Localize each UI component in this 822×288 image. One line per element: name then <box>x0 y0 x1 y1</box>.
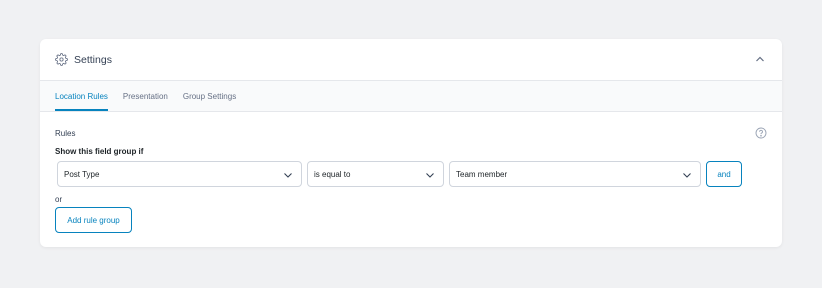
add-rule-group-button[interactable]: Add rule group <box>55 207 132 233</box>
help-circle-icon[interactable] <box>755 127 767 139</box>
chevron-down-icon <box>425 170 435 180</box>
rule-param-select[interactable]: Post Type <box>57 161 302 187</box>
tab-group-settings[interactable]: Group Settings <box>183 81 236 111</box>
settings-panel: Settings Location Rules Presentation Gro… <box>40 39 782 247</box>
panel-header[interactable]: Settings <box>40 39 782 81</box>
chevron-down-icon <box>283 170 293 180</box>
chevron-up-icon[interactable] <box>754 53 766 65</box>
rule-operator-value: is equal to <box>314 169 351 179</box>
and-button[interactable]: and <box>706 161 742 187</box>
rule-operator-select[interactable]: is equal to <box>307 161 444 187</box>
chevron-down-icon <box>682 170 692 180</box>
rule-value-select[interactable]: Team member <box>449 161 701 187</box>
tab-bar: Location Rules Presentation Group Settin… <box>40 81 782 112</box>
panel-title: Settings <box>74 53 112 66</box>
tab-presentation[interactable]: Presentation <box>123 81 168 111</box>
or-label: or <box>55 195 63 204</box>
rule-value-value: Team member <box>456 169 508 179</box>
gear-icon <box>55 53 68 66</box>
show-field-group-label: Show this field group if <box>55 147 144 156</box>
tab-location-rules[interactable]: Location Rules <box>55 81 108 111</box>
rules-label: Rules <box>55 129 76 138</box>
rule-param-value: Post Type <box>64 169 100 179</box>
